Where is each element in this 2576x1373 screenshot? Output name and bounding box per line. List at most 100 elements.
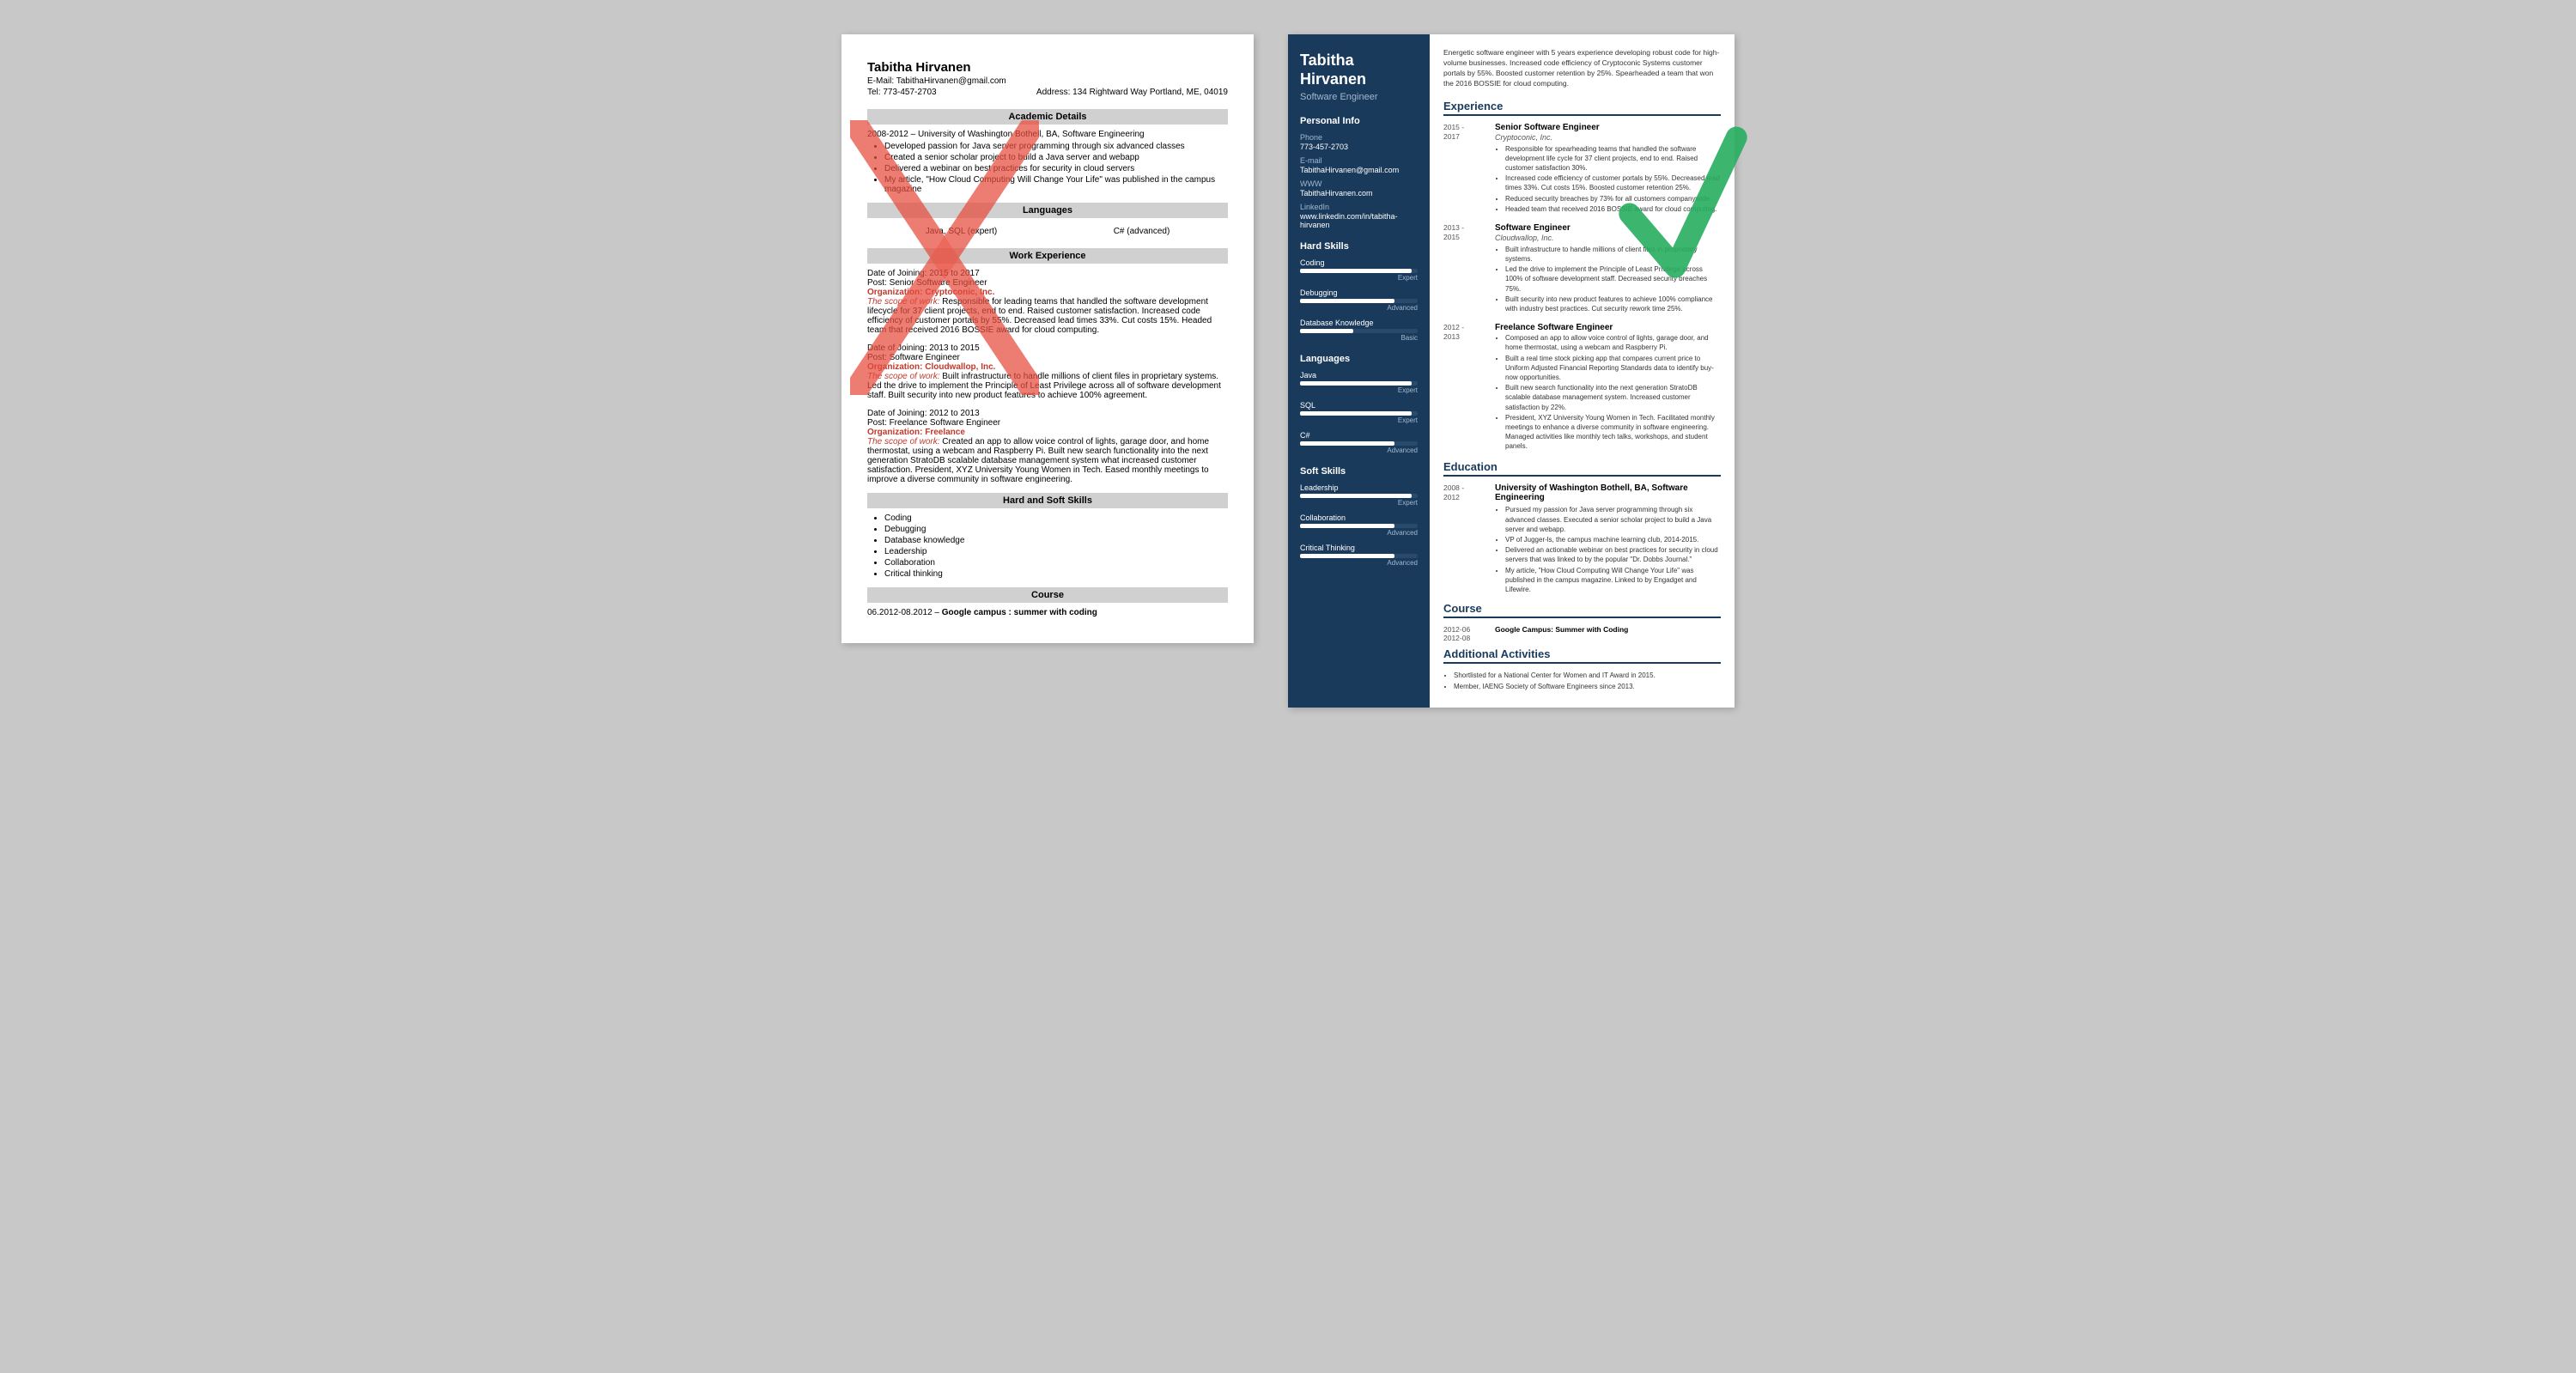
skill-collaboration-level: Advanced xyxy=(1300,529,1418,537)
work-post-3: Post: Freelance Software Engineer xyxy=(867,418,1228,428)
scope-label-1: The scope of work: xyxy=(867,297,939,307)
skill-debugging-bar-fill xyxy=(1300,299,1394,303)
skill-csharp-bar-fill xyxy=(1300,441,1394,446)
list-item: Composed an app to allow voice control o… xyxy=(1505,333,1721,352)
list-item: Built security into new product features… xyxy=(1505,295,1721,313)
linkedin-label: LinkedIn xyxy=(1300,203,1418,211)
skill-java-bar-bg xyxy=(1300,381,1418,386)
list-item: Developed passion for Java server progra… xyxy=(884,142,1228,151)
address-label: Address: xyxy=(1036,88,1070,97)
course-date-right: 2012-062012-08 xyxy=(1443,625,1486,642)
course-name: Google campus : summer with coding xyxy=(942,608,1097,617)
exp-bullets-3: Composed an app to allow voice control o… xyxy=(1505,333,1721,451)
skill-debugging-name: Debugging xyxy=(1300,289,1418,297)
education-title: Education xyxy=(1443,460,1721,477)
list-item: My article, "How Cloud Computing Will Ch… xyxy=(884,175,1228,194)
additional-title: Additional Activities xyxy=(1443,647,1721,664)
left-header: Tabitha Hirvanen E-Mail: TabithaHirvanen… xyxy=(867,60,1228,97)
right-sidebar: TabithaHirvanen Software Engineer Person… xyxy=(1288,34,1430,708)
email-label-right: E-mail xyxy=(1300,156,1418,165)
job-title-1: Senior Software Engineer xyxy=(1495,123,1721,132)
company-2: Cloudwallop, Inc. xyxy=(1495,234,1721,242)
work-entry-1: Date of Joining: 2015 to 2017 Post: Seni… xyxy=(867,269,1228,335)
skill-coding-bar-fill xyxy=(1300,269,1412,273)
skill-csharp-level: Advanced xyxy=(1300,447,1418,454)
list-item: Critical thinking xyxy=(884,569,1228,579)
skill-database: Database Knowledge Basic xyxy=(1300,319,1418,342)
skill-database-bar-fill xyxy=(1300,329,1353,333)
course-dates: 06.2012-08.2012 – xyxy=(867,608,942,617)
skill-collaboration-bar-bg xyxy=(1300,524,1418,528)
list-item: Database knowledge xyxy=(884,536,1228,545)
list-item: Responsible for spearheading teams that … xyxy=(1505,144,1721,173)
tel-value: 773-457-2703 xyxy=(883,88,936,97)
skill-collaboration-bar-fill xyxy=(1300,524,1394,528)
exp-bullets-2: Built infrastructure to handle millions … xyxy=(1505,245,1721,313)
skill-coding-level: Expert xyxy=(1300,274,1418,282)
linkedin-value: www.linkedin.com/in/tabitha-hirvanen xyxy=(1300,212,1418,229)
skill-coding: Coding Expert xyxy=(1300,258,1418,282)
email-value: TabithaHirvanen@gmail.com xyxy=(896,76,1006,86)
work-org-1: Organization: Cryptoconic, Inc. xyxy=(867,288,1228,297)
skill-sql-bar-bg xyxy=(1300,411,1418,416)
skills-list: Coding Debugging Database knowledge Lead… xyxy=(884,513,1228,579)
address-value: 134 Rightward Way Portland, ME, 04019 xyxy=(1072,88,1228,97)
left-contact-row: Tel: 773-457-2703 Address: 134 Rightward… xyxy=(867,88,1228,97)
skill-csharp-name: C# xyxy=(1300,431,1418,440)
list-item: Built new search functionality into the … xyxy=(1505,383,1721,412)
work-header: Work Experience xyxy=(867,248,1228,264)
skill-critical-thinking-bar-fill xyxy=(1300,554,1394,558)
address-line: Address: 134 Rightward Way Portland, ME,… xyxy=(1036,88,1228,97)
course-content-right: Google Campus: Summer with Coding xyxy=(1495,625,1628,642)
skill-sql-bar-fill xyxy=(1300,411,1412,416)
work-dates-3: Date of Joining: 2012 to 2013 xyxy=(867,409,1228,418)
scope-label-2: The scope of work: xyxy=(867,372,939,381)
left-email-line: E-Mail: TabithaHirvanen@gmail.com xyxy=(867,76,1228,86)
skill-sql: SQL Expert xyxy=(1300,401,1418,424)
edu-date-1: 2008 -2012 xyxy=(1443,483,1486,595)
list-item: Headed team that received 2016 BOSSIE aw… xyxy=(1505,204,1721,214)
email-label: E-Mail: xyxy=(867,76,894,86)
email-value-right: TabithaHirvanen@gmail.com xyxy=(1300,166,1418,174)
skill-sql-level: Expert xyxy=(1300,416,1418,424)
exp-entry-3: 2012 -2013 Freelance Software Engineer C… xyxy=(1443,323,1721,452)
skill-csharp: C# Advanced xyxy=(1300,431,1418,454)
skill-coding-bar-bg xyxy=(1300,269,1418,273)
list-item: Shortlisted for a National Center for Wo… xyxy=(1454,671,1721,680)
skill-java: Java Expert xyxy=(1300,371,1418,394)
list-item: Created a senior scholar project to buil… xyxy=(884,153,1228,162)
skill-collaboration: Collaboration Advanced xyxy=(1300,513,1418,537)
work-entry-3: Date of Joining: 2012 to 2013 Post: Free… xyxy=(867,409,1228,484)
skill-database-name: Database Knowledge xyxy=(1300,319,1418,327)
work-post-1: Post: Senior Software Engineer xyxy=(867,278,1228,288)
job-title-3: Freelance Software Engineer xyxy=(1495,323,1721,332)
exp-content-3: Freelance Software Engineer Composed an … xyxy=(1495,323,1721,452)
list-item: Delivered an actionable webinar on best … xyxy=(1505,545,1721,564)
academic-entry: 2008-2012 – University of Washington Bot… xyxy=(867,130,1228,139)
languages-title-right: Languages xyxy=(1300,354,1418,364)
course-name-right: Google Campus: Summer with Coding xyxy=(1495,625,1628,634)
edu-content-1: University of Washington Bothell, BA, So… xyxy=(1495,483,1721,595)
list-item: Delivered a webinar on best practices fo… xyxy=(884,164,1228,173)
list-item: Coding xyxy=(884,513,1228,523)
left-name: Tabitha Hirvanen xyxy=(867,60,1228,75)
skill-coding-name: Coding xyxy=(1300,258,1418,267)
exp-entry-1: 2015 -2017 Senior Software Engineer Cryp… xyxy=(1443,123,1721,215)
skills-header: Hard and Soft Skills xyxy=(867,493,1228,508)
course-title-right: Course xyxy=(1443,602,1721,618)
academic-bullets: Developed passion for Java server progra… xyxy=(884,142,1228,194)
work-scope-2: The scope of work: Built infrastructure … xyxy=(867,372,1228,400)
languages-header: Languages xyxy=(867,203,1228,218)
exp-bullets-1: Responsible for spearheading teams that … xyxy=(1505,144,1721,214)
company-1: Cryptoconic, Inc. xyxy=(1495,133,1721,142)
work-org-3: Organization: Freelance xyxy=(867,428,1228,437)
course-entry-right: 2012-062012-08 Google Campus: Summer wit… xyxy=(1443,625,1721,642)
skill-java-name: Java xyxy=(1300,371,1418,380)
phone-value: 773-457-2703 xyxy=(1300,143,1418,151)
academic-header: Academic Details xyxy=(867,109,1228,125)
right-resume: TabithaHirvanen Software Engineer Person… xyxy=(1288,34,1735,708)
hard-skills-title: Hard Skills xyxy=(1300,241,1418,252)
list-item: Collaboration xyxy=(884,558,1228,568)
list-item: My article, "How Cloud Computing Will Ch… xyxy=(1505,566,1721,595)
edu-bullets-1: Pursued my passion for Java server progr… xyxy=(1505,505,1721,594)
